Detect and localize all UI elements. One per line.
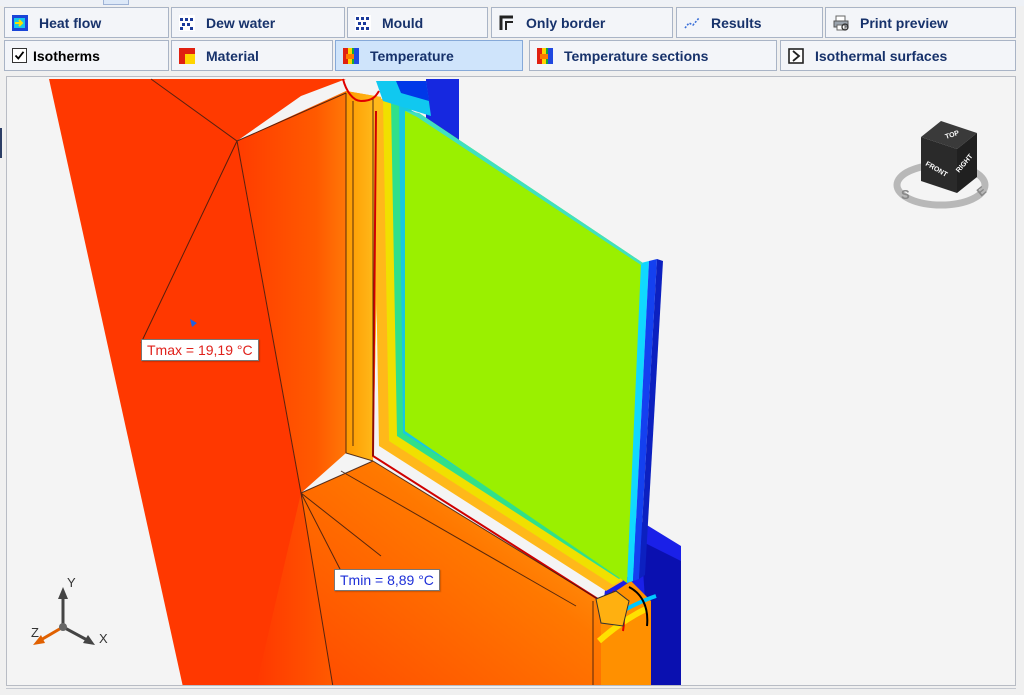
- dew-water-label: Dew water: [206, 14, 276, 31]
- mould-button[interactable]: Mould: [347, 7, 488, 38]
- tmin-label: Tmin = 8,89 °C: [334, 569, 440, 591]
- temperature-sections-label: Temperature sections: [564, 47, 709, 64]
- print-preview-label: Print preview: [860, 14, 948, 31]
- isotherms-checkbox[interactable]: [12, 48, 27, 63]
- isothermal-surfaces-button[interactable]: Isothermal surfaces: [780, 40, 1016, 71]
- axis-x-label: X: [99, 631, 108, 646]
- print-preview-icon: [833, 15, 849, 31]
- heat-flow-icon: [12, 14, 28, 31]
- heat-flow-label: Heat flow: [39, 14, 102, 31]
- print-preview-button[interactable]: Print preview: [825, 7, 1016, 38]
- tmax-label: Tmax = 19,19 °C: [141, 339, 259, 361]
- mould-label: Mould: [382, 14, 424, 31]
- dew-water-icon: [179, 14, 195, 31]
- axis-z-label: Z: [31, 625, 39, 640]
- checkmark-icon: [14, 51, 25, 60]
- material-label: Material: [206, 47, 259, 64]
- splitter-handle[interactable]: [0, 128, 2, 158]
- axis-gizmo: Y X Z: [31, 575, 108, 646]
- results-icon: [684, 16, 700, 28]
- only-border-label: Only border: [526, 14, 606, 31]
- results-label: Results: [711, 14, 762, 31]
- heat-flow-button[interactable]: Heat flow: [4, 7, 169, 38]
- status-bar: [6, 688, 1016, 695]
- results-button[interactable]: Results: [676, 7, 823, 38]
- temperature-label: Temperature: [370, 47, 454, 64]
- isotherms-toggle[interactable]: Isotherms: [4, 40, 169, 71]
- temperature-sections-icon: [537, 47, 553, 64]
- material-button[interactable]: Material: [171, 40, 333, 71]
- temperature-button[interactable]: Temperature: [335, 40, 523, 71]
- 3d-viewport[interactable]: Tmax = 19,19 °C Tmin = 8,89 °C TOP FRONT…: [6, 76, 1016, 686]
- isothermal-surfaces-icon: [788, 47, 804, 64]
- isothermal-surfaces-label: Isothermal surfaces: [815, 47, 948, 64]
- top-strip: [0, 0, 1024, 6]
- only-border-button[interactable]: Only border: [491, 7, 673, 38]
- isotherms-label: Isotherms: [33, 47, 100, 64]
- collapsed-tab[interactable]: [103, 0, 129, 5]
- compass-s: S: [901, 187, 910, 202]
- temperature-render: [49, 78, 681, 685]
- temperature-icon: [343, 47, 359, 64]
- mould-icon: [355, 14, 371, 31]
- temperature-sections-button[interactable]: Temperature sections: [529, 40, 777, 71]
- dew-water-button[interactable]: Dew water: [171, 7, 345, 38]
- material-icon: [179, 47, 195, 64]
- view-cube[interactable]: TOP FRONT RIGHT S E: [891, 107, 1001, 217]
- axis-y-label: Y: [67, 575, 76, 590]
- border-icon: [499, 15, 513, 30]
